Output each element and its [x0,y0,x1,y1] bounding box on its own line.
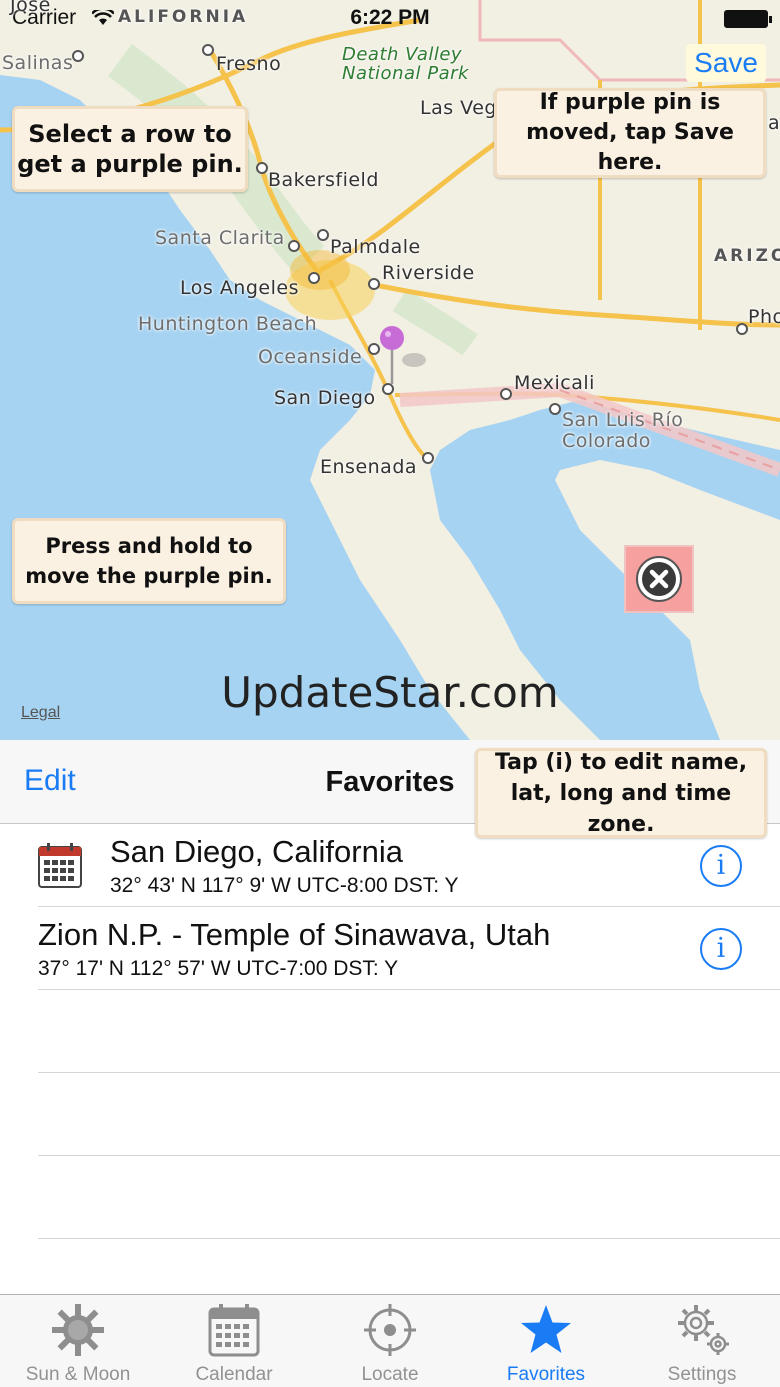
map-label-huntington: Huntington Beach [138,313,318,335]
hint-save-moved: If purple pin is moved, tap Save here. [494,88,766,178]
city-dot [202,44,214,56]
map-label-death-valley: Death Valley National Park [342,44,469,84]
hint-press-hold: Press and hold to move the purple pin. [12,518,286,604]
map-label-salinas: Salinas [2,52,74,74]
tab-bar: Sun & Moon Calendar Locate Favorites Set… [0,1294,780,1387]
city-dot [288,240,300,252]
map-label-california: ALIFORNIA [118,7,249,27]
city-dot [256,162,268,174]
map-label-palmdale: Palmdale [330,236,421,258]
watermark: UpdateStar.com [221,668,559,717]
map-label-san-luis: San Luis Río Colorado [562,409,684,452]
city-dot [317,229,329,241]
hint-tap-info: Tap (i) to edit name, lat, long and time… [475,748,767,838]
tab-label: Sun & Moon [25,1364,131,1385]
tab-label: Locate [361,1364,419,1385]
map-label-jose: Jose [10,0,51,16]
map-view[interactable]: Carrier 6:22 PM Jose ALIFORNIA Salinas F… [0,0,780,740]
info-button[interactable]: i [700,928,742,970]
info-button[interactable]: i [700,845,742,887]
tab-label: Settings [667,1364,737,1385]
empty-row [38,1073,780,1156]
close-icon [636,556,682,602]
tab-label: Calendar [195,1364,273,1385]
sun-icon [52,1304,104,1356]
city-dot [500,388,512,400]
close-map-button[interactable] [624,545,694,613]
legal-link[interactable]: Legal [21,704,60,722]
tab-calendar[interactable]: Calendar [156,1295,312,1387]
favorite-coordinates: 37° 17' N 112° 57' W UTC-7:00 DST: Y [38,957,399,980]
calendar-icon [38,843,82,888]
map-label-arizona: ARIZO [714,246,780,266]
tab-locate[interactable]: Locate [312,1295,468,1387]
map-label-riverside: Riverside [382,262,475,284]
star-icon [521,1305,571,1353]
calendar-icon [208,1304,260,1357]
city-dot [368,343,380,355]
empty-row [38,1156,780,1239]
empty-row [38,990,780,1073]
map-label-phoenix: Pho [748,306,780,328]
favorite-coordinates: 32° 43' N 117° 9' W UTC-8:00 DST: Y [110,874,459,897]
favorite-title: Zion N.P. - Temple of Sinawava, Utah [38,917,551,952]
battery-icon [724,10,772,28]
favorite-row[interactable]: Zion N.P. - Temple of Sinawava, Utah 37°… [38,907,780,990]
city-dot [368,278,380,290]
city-dot [549,403,561,415]
city-dot [736,323,748,335]
map-label-bakersfield: Bakersfield [268,169,379,191]
favorite-title: San Diego, California [110,834,403,869]
city-dot [422,452,434,464]
map-label-mexicali: Mexicali [514,372,595,394]
city-dot [308,272,320,284]
map-label-fresno: Fresno [216,53,282,75]
tab-favorites[interactable]: Favorites [468,1295,624,1387]
map-label-las-vegas: Las Veg [420,97,497,119]
city-dot [72,50,84,62]
save-button[interactable]: Save [686,44,766,82]
purple-pin-icon[interactable] [380,326,430,386]
map-label-los-angeles: Los Angeles [180,277,299,299]
hint-select-row: Select a row to get a purple pin. [12,106,248,192]
map-label-oceanside: Oceanside [258,346,363,368]
map-label-santa-clarita: Santa Clarita [155,227,285,249]
tab-settings[interactable]: Settings [624,1295,780,1387]
map-label-san-diego: San Diego [274,387,376,409]
favorites-list: San Diego, California 32° 43' N 117° 9' … [0,824,780,1239]
tab-sun-moon[interactable]: Sun & Moon [0,1295,156,1387]
tab-label: Favorites [506,1364,586,1385]
crosshair-icon [364,1304,416,1356]
gear-icon [678,1305,729,1355]
map-label-ensenada: Ensenada [320,456,418,478]
status-time: 6:22 PM [350,6,430,29]
map-label-edge-a: a [768,112,780,134]
